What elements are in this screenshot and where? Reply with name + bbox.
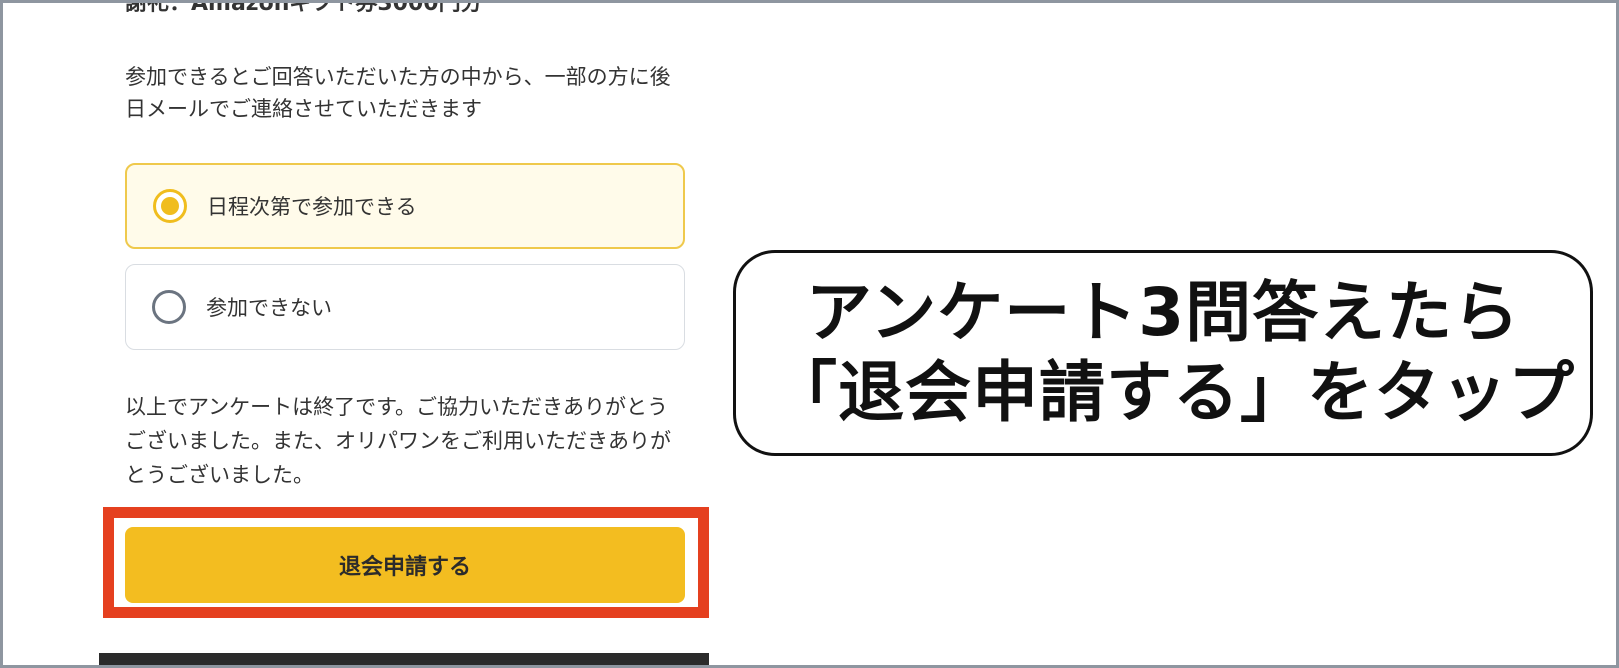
survey-complete-text: 以上でアンケートは終了です。ご協力いただきありがとうございました。また、オリパワ… <box>125 395 671 487</box>
contact-notice-text: 参加できるとご回答いただいた方の中から、一部の方に後日メールでご連絡させていただ… <box>125 65 671 121</box>
option-label: 日程次第で参加できる <box>207 195 417 219</box>
screenshot-frame: 謝礼：Amazonギフト券3000円分 参加できるとご回答いただいた方の中から、… <box>0 0 1619 668</box>
withdraw-request-button[interactable]: 退会申請する <box>125 527 685 603</box>
callout-line-2: 「退会申請する」をタップ <box>771 354 1575 431</box>
radio-selected-icon[interactable] <box>153 189 187 223</box>
option-label: 参加できない <box>206 296 332 320</box>
instruction-callout: アンケート3問答えたら 「退会申請する」をタップ <box>733 250 1593 456</box>
callout-line-1: アンケート3問答えたら <box>805 274 1521 351</box>
radio-unselected-icon[interactable] <box>152 290 186 324</box>
option-can-attend-depending-on-schedule[interactable]: 日程次第で参加できる <box>125 163 685 249</box>
dark-footer-bar <box>99 653 709 665</box>
option-cannot-attend[interactable]: 参加できない <box>125 264 685 350</box>
reward-heading-cut-off: 謝礼：Amazonギフト券3000円分 <box>125 0 483 16</box>
